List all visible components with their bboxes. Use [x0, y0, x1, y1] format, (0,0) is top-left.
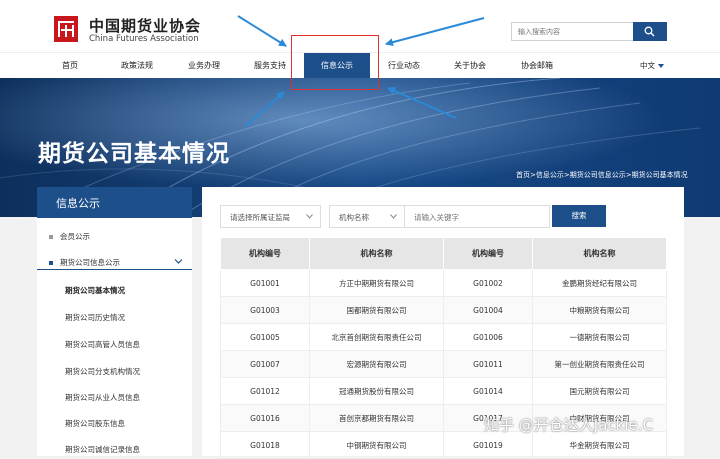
annotation-arrow-2: [385, 17, 485, 47]
annotation-arrow-1: [237, 15, 287, 47]
zhihu-watermark: 知乎 @开仓达人Jackie.C: [484, 416, 653, 434]
annotation-arrows: [237, 15, 485, 127]
annotation-arrow-4: [387, 87, 457, 119]
annotation-arrow-3: [245, 91, 285, 127]
